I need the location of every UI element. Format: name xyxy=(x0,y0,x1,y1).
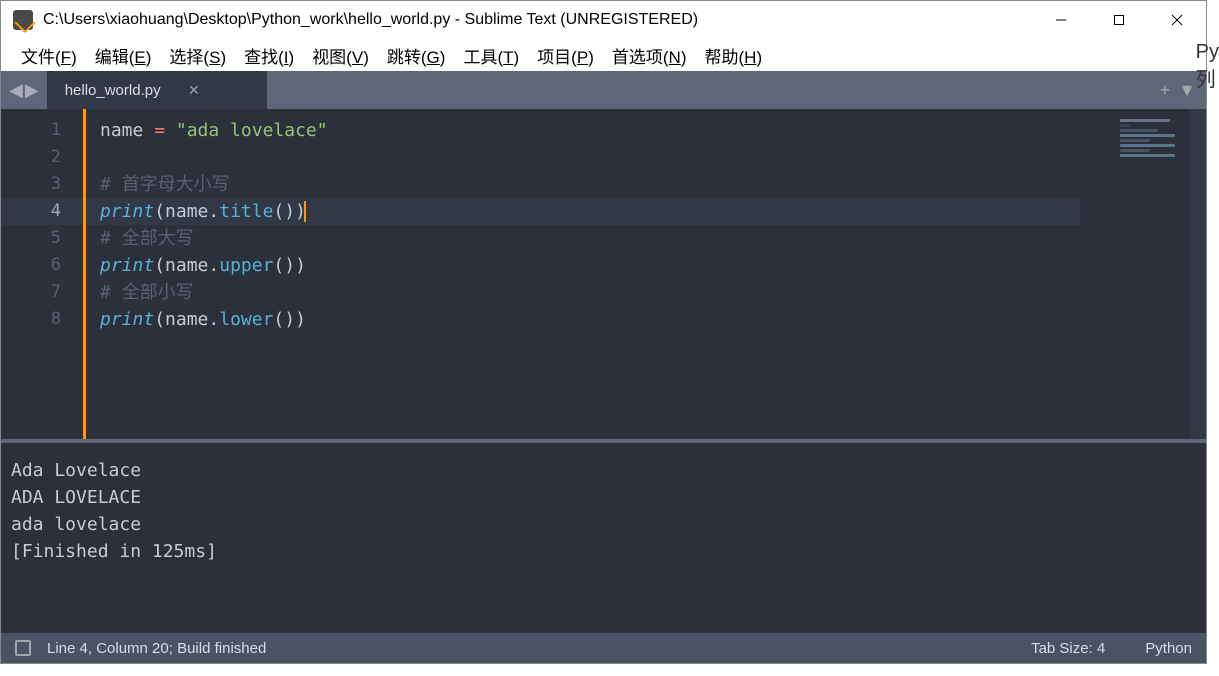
menu-tools[interactable]: 工具(T) xyxy=(455,41,527,70)
code-line: # 全部小写 xyxy=(86,279,1080,306)
menu-view[interactable]: 视图(V) xyxy=(304,41,377,70)
menubar: 文件(F) 编辑(E) 选择(S) 查找(I) 视图(V) 跳转(G) 工具(T… xyxy=(1,39,1206,71)
output-line: [Finished in 125ms] xyxy=(11,538,1196,565)
app-icon xyxy=(13,10,33,30)
line-number[interactable]: 5 xyxy=(1,225,83,252)
tab-dropdown-icon[interactable]: ▼ xyxy=(1178,80,1196,101)
line-gutter: 1 2 3 4 5 6 7 8 xyxy=(1,109,83,439)
panel-switcher-icon[interactable] xyxy=(15,640,31,656)
workspace: ◀ ▶ hello_world.py × + ▼ 1 2 3 4 5 6 7 8 xyxy=(1,71,1206,663)
cursor xyxy=(304,201,306,222)
maximize-button[interactable] xyxy=(1090,1,1148,39)
menu-project[interactable]: 项目(P) xyxy=(529,41,602,70)
menu-goto[interactable]: 跳转(G) xyxy=(379,41,454,70)
vertical-scrollbar[interactable] xyxy=(1190,109,1206,439)
code-line: print(name.upper()) xyxy=(86,252,1080,279)
minimap-preview xyxy=(1120,119,1180,159)
output-line: Ada Lovelace xyxy=(11,457,1196,484)
code-line xyxy=(86,144,1080,171)
editor: 1 2 3 4 5 6 7 8 name = "ada lovelace" # … xyxy=(1,109,1206,439)
line-number[interactable]: 6 xyxy=(1,252,83,279)
status-position[interactable]: Line 4, Column 20; Build finished xyxy=(47,640,991,657)
code-line: name = "ada lovelace" xyxy=(86,117,1080,144)
tab-bar: ◀ ▶ hello_world.py × + ▼ xyxy=(1,71,1206,109)
menu-edit[interactable]: 编辑(E) xyxy=(87,41,160,70)
window-controls xyxy=(1032,1,1206,39)
nav-forward-icon[interactable]: ▶ xyxy=(25,80,39,101)
line-number[interactable]: 2 xyxy=(1,144,83,171)
tab-close-icon[interactable]: × xyxy=(189,80,200,101)
menu-find[interactable]: 查找(I) xyxy=(236,41,302,70)
minimap[interactable] xyxy=(1080,109,1190,439)
status-tabsize[interactable]: Tab Size: 4 xyxy=(1031,640,1105,657)
line-number[interactable]: 8 xyxy=(1,306,83,333)
code-area[interactable]: name = "ada lovelace" # 首字母大小写 print(nam… xyxy=(83,109,1080,439)
build-output[interactable]: Ada Lovelace ADA LOVELACE ada lovelace [… xyxy=(1,439,1206,633)
nav-back-icon[interactable]: ◀ xyxy=(9,80,23,101)
close-button[interactable] xyxy=(1148,1,1206,39)
code-line: print(name.title()) xyxy=(86,198,1080,225)
tab-title: hello_world.py xyxy=(65,82,161,99)
menu-prefs[interactable]: 首选项(N) xyxy=(604,41,695,70)
output-line: ada lovelace xyxy=(11,511,1196,538)
new-tab-icon[interactable]: + xyxy=(1160,80,1171,101)
menu-select[interactable]: 选择(S) xyxy=(161,41,234,70)
line-number[interactable]: 4 xyxy=(1,198,83,225)
code-line: print(name.lower()) xyxy=(86,306,1080,333)
line-number[interactable]: 3 xyxy=(1,171,83,198)
tab-nav: ◀ ▶ xyxy=(1,71,47,109)
tab-actions: + ▼ xyxy=(1150,71,1206,109)
window-title: C:\Users\xiaohuang\Desktop\Python_work\h… xyxy=(43,11,1032,29)
line-number[interactable]: 1 xyxy=(1,117,83,144)
app-window: C:\Users\xiaohuang\Desktop\Python_work\h… xyxy=(0,0,1207,664)
titlebar[interactable]: C:\Users\xiaohuang\Desktop\Python_work\h… xyxy=(1,1,1206,39)
line-number[interactable]: 7 xyxy=(1,279,83,306)
statusbar: Line 4, Column 20; Build finished Tab Si… xyxy=(1,633,1206,663)
minimize-button[interactable] xyxy=(1032,1,1090,39)
status-language[interactable]: Python xyxy=(1145,640,1192,657)
menu-file[interactable]: 文件(F) xyxy=(13,41,85,70)
output-line: ADA LOVELACE xyxy=(11,484,1196,511)
code-line: # 全部大写 xyxy=(86,225,1080,252)
menu-help[interactable]: 帮助(H) xyxy=(697,41,771,70)
code-line: # 首字母大小写 xyxy=(86,171,1080,198)
file-tab[interactable]: hello_world.py × xyxy=(47,71,267,109)
